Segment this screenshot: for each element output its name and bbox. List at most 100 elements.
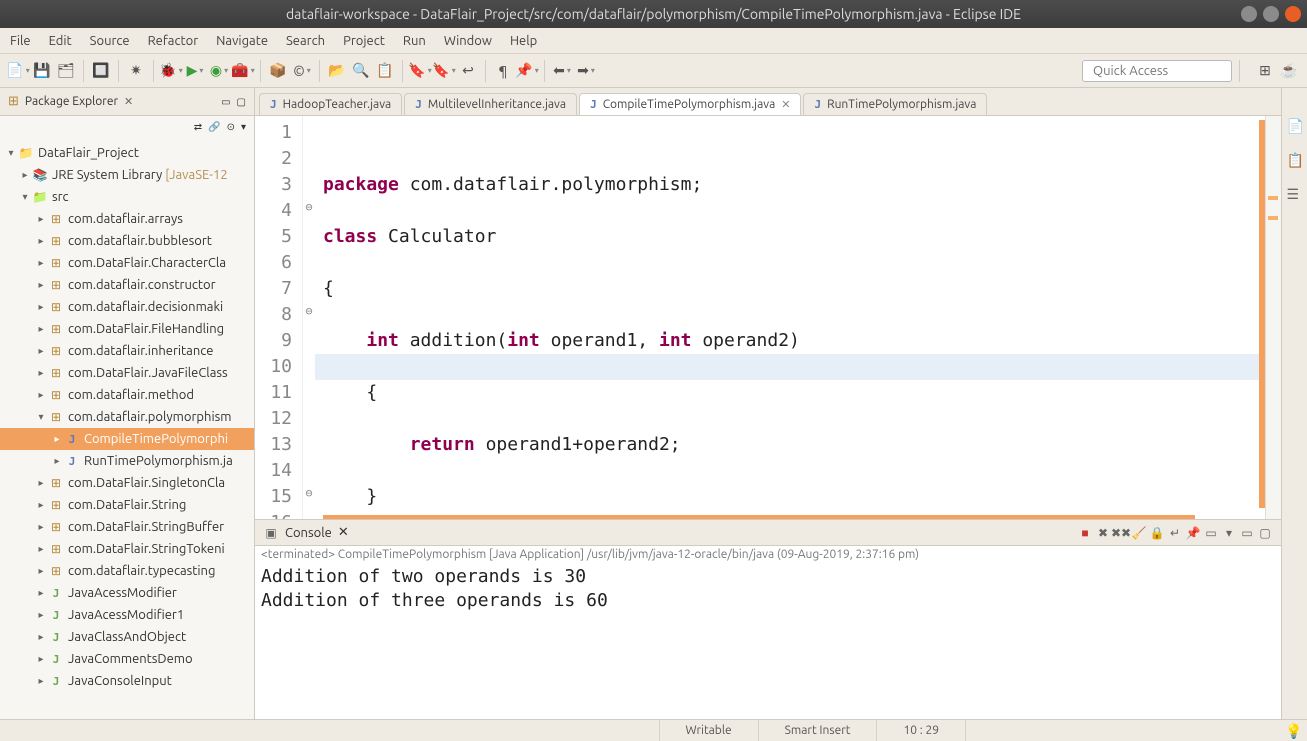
- src-node[interactable]: ▾src: [0, 186, 254, 208]
- editor-tab[interactable]: RunTimePolymorphism.java: [803, 93, 987, 115]
- back-button[interactable]: ⬅: [552, 61, 572, 81]
- java-file-node[interactable]: ▸JavaCommentsDemo: [0, 648, 254, 670]
- new-package-button[interactable]: 📦: [268, 61, 288, 81]
- skip-breakpoints-button[interactable]: ✷: [126, 61, 146, 81]
- pkg-node[interactable]: ▸com.dataflair.constructor: [0, 274, 254, 296]
- pin-button[interactable]: 📌: [517, 61, 537, 81]
- search-button[interactable]: 🔍: [351, 61, 371, 81]
- maximize-icon[interactable]: [1263, 6, 1279, 22]
- pkg-node[interactable]: ▸com.dataflair.arrays: [0, 208, 254, 230]
- new-class-button[interactable]: ©: [292, 61, 312, 81]
- pkg-node[interactable]: ▸com.DataFlair.FileHandling: [0, 318, 254, 340]
- pkg-node[interactable]: ▸com.dataflair.typecasting: [0, 560, 254, 582]
- fold-column[interactable]: ⊖ ⊖ ⊖: [303, 116, 315, 519]
- pkg-node[interactable]: ▸com.DataFlair.StringBuffer: [0, 516, 254, 538]
- minimize-icon[interactable]: [1241, 6, 1257, 22]
- code-area[interactable]: package com.dataflair.polymorphism; clas…: [315, 116, 1265, 519]
- menu-source[interactable]: Source: [90, 34, 130, 48]
- clear-console-icon[interactable]: 🧹: [1131, 525, 1147, 541]
- pkg-node[interactable]: ▸com.DataFlair.SingletonCla: [0, 472, 254, 494]
- java-file-node[interactable]: ▸JavaAcessModifier1: [0, 604, 254, 626]
- menu-edit[interactable]: Edit: [49, 34, 72, 48]
- tab-close-icon[interactable]: ✕: [781, 98, 790, 111]
- java-file-node[interactable]: ▸JavaClassAndObject: [0, 626, 254, 648]
- menu-search[interactable]: Search: [286, 34, 325, 48]
- scroll-lock-icon[interactable]: 🔒: [1149, 525, 1165, 541]
- focus-task-icon[interactable]: ⊙: [227, 121, 235, 133]
- menu-project[interactable]: Project: [343, 34, 385, 48]
- open-task-button[interactable]: 📋: [375, 61, 395, 81]
- java-file-node[interactable]: ▸RunTimePolymorphism.ja: [0, 450, 254, 472]
- menu-window[interactable]: Window: [444, 34, 492, 48]
- forward-button[interactable]: ➡: [576, 61, 596, 81]
- new-button[interactable]: 📄: [8, 61, 28, 81]
- view-menu-icon[interactable]: ▾: [241, 121, 246, 133]
- project-node[interactable]: ▾DataFlair_Project: [0, 142, 254, 164]
- overview-ruler[interactable]: [1265, 116, 1281, 519]
- quick-access-input[interactable]: Quick Access: [1082, 60, 1232, 82]
- minimize-icon[interactable]: ▭: [1239, 525, 1255, 541]
- word-wrap-icon[interactable]: ↵: [1167, 525, 1183, 541]
- change-bar-icon: [323, 515, 1195, 519]
- pkg-node[interactable]: ▸com.dataflair.method: [0, 384, 254, 406]
- view-maximize-icon[interactable]: ▢: [237, 96, 246, 108]
- tip-icon[interactable]: 💡: [1285, 723, 1301, 739]
- external-tools-button[interactable]: 🧰: [233, 61, 253, 81]
- pkg-node[interactable]: ▸com.DataFlair.String: [0, 494, 254, 516]
- collapse-all-icon[interactable]: ⇄: [194, 121, 202, 133]
- link-editor-icon[interactable]: 🔗: [208, 121, 220, 133]
- outline-icon[interactable]: 📄: [1287, 118, 1303, 134]
- menu-navigate[interactable]: Navigate: [216, 34, 268, 48]
- java-file-node[interactable]: ▸JavaAcessModifier: [0, 582, 254, 604]
- pkg-node[interactable]: ▸com.DataFlair.StringTokeni: [0, 538, 254, 560]
- package-icon: [8, 94, 19, 109]
- pkg-node[interactable]: ▸com.dataflair.decisionmaki: [0, 296, 254, 318]
- console-title: Console: [285, 526, 332, 540]
- pkg-node[interactable]: ▸com.dataflair.bubblesort: [0, 230, 254, 252]
- switch-editor-button[interactable]: 🔲: [91, 61, 111, 81]
- coverage-button[interactable]: ◉: [209, 61, 229, 81]
- tree-icon[interactable]: ¶: [493, 61, 513, 81]
- view-close-icon[interactable]: ✕: [124, 95, 133, 108]
- window-titlebar: dataflair-workspace - DataFlair_Project/…: [0, 0, 1307, 28]
- editor-tab[interactable]: HadoopTeacher.java: [259, 93, 402, 115]
- menu-file[interactable]: File: [10, 34, 31, 48]
- pin-console-icon[interactable]: 📌: [1185, 525, 1201, 541]
- java-file-node[interactable]: ▸JavaConsoleInput: [0, 670, 254, 692]
- editor-tab-active[interactable]: CompileTimePolymorphism.java✕: [579, 93, 801, 115]
- menu-refactor[interactable]: Refactor: [148, 34, 199, 48]
- task-list-icon[interactable]: 📋: [1287, 152, 1303, 168]
- remove-all-icon[interactable]: ✖✖: [1113, 525, 1129, 541]
- java-perspective-button[interactable]: ☕: [1279, 61, 1299, 81]
- save-button[interactable]: 💾: [32, 61, 52, 81]
- pkg-node[interactable]: ▾com.dataflair.polymorphism: [0, 406, 254, 428]
- save-all-button[interactable]: 🗂: [56, 61, 76, 81]
- pkg-node[interactable]: ▸com.DataFlair.CharacterCla: [0, 252, 254, 274]
- annotation-next-button[interactable]: 🔖: [434, 61, 454, 81]
- close-icon[interactable]: [1285, 6, 1301, 22]
- editor-tab[interactable]: MultilevelInheritance.java: [404, 93, 577, 115]
- console-output[interactable]: Addition of two operands is 30 Addition …: [255, 563, 1281, 719]
- jre-node[interactable]: ▸JRE System Library [JavaSE-12: [0, 164, 254, 186]
- maximize-icon[interactable]: ▢: [1257, 525, 1273, 541]
- annotation-prev-button[interactable]: 🔖: [410, 61, 430, 81]
- outline-view-icon[interactable]: ☰: [1287, 186, 1303, 202]
- view-minimize-icon[interactable]: ▭: [221, 96, 230, 108]
- display-selected-icon[interactable]: ▭: [1203, 525, 1219, 541]
- remove-launch-icon[interactable]: ✖: [1095, 525, 1111, 541]
- run-button[interactable]: ▶: [185, 61, 205, 81]
- view-close-icon[interactable]: ✕: [338, 525, 349, 540]
- pkg-node[interactable]: ▸com.DataFlair.JavaFileClass: [0, 362, 254, 384]
- pkg-node[interactable]: ▸com.dataflair.inheritance: [0, 340, 254, 362]
- open-console-icon[interactable]: ▾: [1221, 525, 1237, 541]
- menu-run[interactable]: Run: [403, 34, 426, 48]
- debug-button[interactable]: 🐞: [161, 61, 181, 81]
- open-type-button[interactable]: 📂: [327, 61, 347, 81]
- terminate-icon[interactable]: ■: [1077, 525, 1093, 541]
- last-edit-button[interactable]: ↩: [458, 61, 478, 81]
- menu-help[interactable]: Help: [510, 34, 537, 48]
- code-editor[interactable]: 12345678910111213141516 ⊖ ⊖ ⊖ package co…: [255, 116, 1281, 519]
- editor-tab-bar: HadoopTeacher.java MultilevelInheritance…: [255, 88, 1281, 116]
- java-file-node[interactable]: ▸CompileTimePolymorphi: [0, 428, 254, 450]
- open-perspective-button[interactable]: ⊞: [1255, 61, 1275, 81]
